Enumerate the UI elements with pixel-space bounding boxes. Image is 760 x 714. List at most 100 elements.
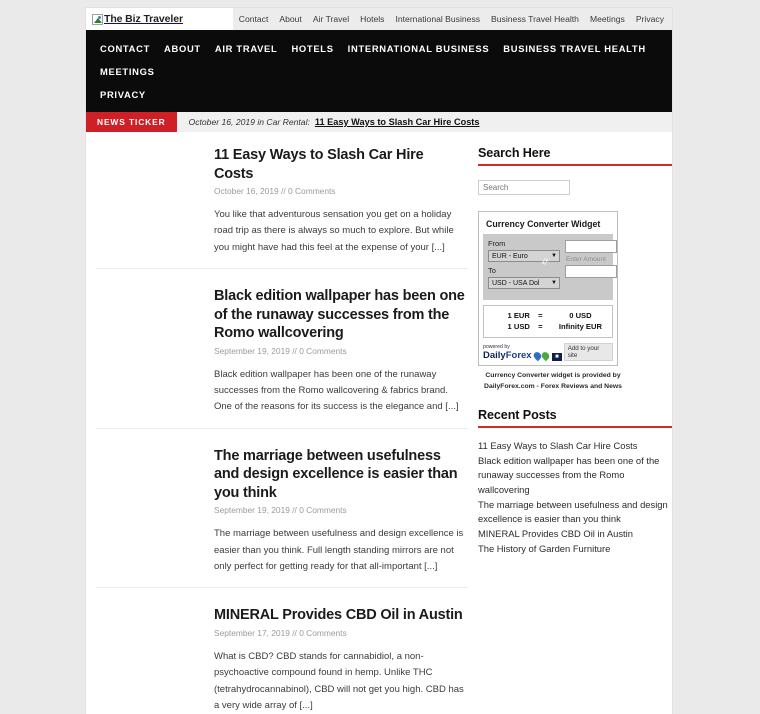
main-nav-item-hotels[interactable]: HOTELS [291, 37, 333, 60]
post-item: MINERAL Provides CBD Oil in Austin Septe… [96, 587, 468, 714]
post-meta: September 17, 2019 // 0 Comments [214, 627, 347, 638]
news-ticker-headline-link[interactable]: 11 Easy Ways to Slash Car Hire Costs [315, 117, 480, 127]
main-nav-item-contact[interactable]: CONTACT [100, 37, 150, 60]
post-excerpt: Black edition wallpaper has been one of … [214, 368, 459, 413]
add-to-your-site-button[interactable]: Add to your site [563, 342, 614, 361]
top-nav-item-about[interactable]: About [279, 14, 301, 24]
currency-amount-area: Enter Amount [565, 239, 617, 293]
widget-rule [478, 164, 672, 166]
chevron-down-icon: ▼ [551, 253, 557, 259]
to-currency-select[interactable]: USD - USA Dol ▼ [488, 277, 560, 289]
brand-part-forex: Forex [505, 350, 532, 362]
currency-converter-title: Currency Converter Widget [486, 219, 601, 229]
square-icon: ■ [552, 352, 562, 361]
post-title-link[interactable]: The marriage between usefulness and desi… [214, 448, 458, 501]
main-nav-item-privacy[interactable]: PRIVACY [100, 83, 146, 106]
dailyforex-logo: powered by DailyForex [483, 344, 532, 361]
recent-post-link[interactable]: Black edition wallpaper has been one of … [478, 454, 672, 496]
main-nav-item-international-business[interactable]: INTERNATIONAL BUSINESS [348, 37, 490, 60]
top-nav-item-hotels[interactable]: Hotels [360, 14, 384, 24]
top-nav-item-privacy[interactable]: Privacy [636, 14, 664, 24]
list-item: MINERAL Provides CBD Oil in Austin [478, 527, 672, 541]
leaf-green-icon [540, 350, 551, 361]
rate-base: 1 EUR [507, 311, 530, 320]
widget-rule [478, 426, 672, 429]
top-utility-bar: The Biz Traveler Contact About Air Trave… [86, 8, 672, 30]
sidebar: Search Here Currency Converter Widget Fr… [478, 146, 672, 714]
post-title-link[interactable]: 11 Easy Ways to Slash Car Hire Costs [214, 147, 424, 182]
site-logo-link[interactable]: The Biz Traveler [86, 13, 183, 25]
main-nav-item-about[interactable]: ABOUT [164, 37, 201, 60]
currency-converter-form: From EUR - Euro ▼ To USD - USA Dol ▼ ⇵ E… [483, 234, 617, 300]
currency-widget-caption: Currency Converter widget is provided by… [484, 371, 622, 390]
top-nav-item-international-business[interactable]: International Business [395, 14, 480, 24]
brand-part-daily: Daily [483, 350, 506, 362]
main-nav-item-business-travel-health[interactable]: BUSINESS TRAVEL HEALTH [503, 37, 646, 60]
top-nav: Contact About Air Travel Hotels Internat… [232, 8, 672, 30]
rate-equals: = [538, 322, 543, 332]
list-item: The marriage between usefulness and desi… [478, 498, 672, 526]
currency-selectors: From EUR - Euro ▼ To USD - USA Dol ▼ [488, 239, 560, 293]
list-item: 11 Easy Ways to Slash Car Hire Costs [478, 439, 672, 453]
to-label: To [488, 266, 496, 275]
widget-currency-converter: Currency Converter Widget From EUR - Eur… [478, 211, 672, 392]
post-excerpt: The marriage between usefulness and desi… [214, 528, 464, 572]
recent-post-link[interactable]: The marriage between usefulness and desi… [478, 498, 672, 526]
top-nav-item-contact[interactable]: Contact [239, 14, 269, 24]
amount-placeholder-label: Enter Amount [566, 256, 606, 263]
list-item: The History of Garden Furniture [478, 542, 672, 556]
to-currency-value: USD - USA Dol [492, 279, 540, 287]
post-meta: October 16, 2019 // 0 Comments [214, 186, 336, 197]
post-excerpt: What is CBD? CBD stands for cannabidiol,… [214, 650, 464, 711]
post-title-link[interactable]: MINERAL Provides CBD Oil in Austin [214, 607, 463, 623]
widget-title-search: Search Here [478, 146, 551, 160]
content-area: 11 Easy Ways to Slash Car Hire Costs Oct… [86, 132, 672, 714]
rate-row: 1 USD = Infinity EUR [486, 321, 610, 332]
rate-result: Infinity EUR [558, 322, 602, 332]
post-title: 11 Easy Ways to Slash Car Hire Costs [214, 146, 466, 183]
top-nav-item-air-travel[interactable]: Air Travel [313, 14, 349, 24]
currency-widget-footer: powered by DailyForex ■ Add to your site [483, 342, 614, 361]
post-list: 11 Easy Ways to Slash Car Hire Costs Oct… [96, 146, 468, 714]
widget-title-recent-posts: Recent Posts [478, 408, 557, 423]
widget-search: Search Here [478, 146, 672, 195]
currency-converter-box: Currency Converter Widget From EUR - Eur… [478, 211, 618, 366]
post-title: MINERAL Provides CBD Oil in Austin [214, 606, 466, 625]
rate-result: 0 USD [569, 311, 592, 320]
post-title: Black edition wallpaper has been one of … [214, 287, 466, 343]
list-item: Black edition wallpaper has been one of … [478, 454, 672, 496]
amount-input-bottom[interactable] [565, 265, 617, 278]
main-nav: CONTACT ABOUT AIR TRAVEL HOTELS INTERNAT… [86, 30, 672, 112]
news-ticker: NEWS TICKER October 16, 2019 in Car Rent… [86, 112, 672, 132]
post-title: The marriage between usefulness and desi… [214, 447, 466, 503]
search-input[interactable] [478, 180, 570, 195]
recent-post-link[interactable]: The History of Garden Furniture [478, 542, 672, 556]
post-item: The marriage between usefulness and desi… [96, 427, 468, 576]
recent-post-link[interactable]: MINERAL Provides CBD Oil in Austin [478, 527, 672, 541]
post-item: Black edition wallpaper has been one of … [96, 268, 468, 416]
from-label: From [488, 239, 506, 248]
currency-rates: 1 EUR = 0 USD 1 USD = Infinity EUR [483, 305, 613, 338]
broken-image-icon [92, 13, 103, 25]
post-excerpt: You like that adventurous sensation you … [214, 209, 454, 253]
rate-base: 1 USD [507, 322, 530, 332]
top-nav-item-meetings[interactable]: Meetings [590, 14, 625, 24]
page-container: The Biz Traveler Contact About Air Trave… [86, 8, 672, 714]
recent-posts-list: 11 Easy Ways to Slash Car Hire Costs Bla… [478, 439, 672, 556]
post-meta: September 19, 2019 // 0 Comments [214, 505, 347, 516]
news-ticker-badge: NEWS TICKER [86, 112, 177, 132]
rate-row: 1 EUR = 0 USD [486, 310, 610, 321]
post-item: 11 Easy Ways to Slash Car Hire Costs Oct… [96, 146, 468, 256]
recent-post-link[interactable]: 11 Easy Ways to Slash Car Hire Costs [478, 439, 672, 453]
chevron-down-icon: ▼ [551, 280, 557, 286]
main-nav-item-air-travel[interactable]: AIR TRAVEL [215, 37, 278, 60]
amount-input-top[interactable] [565, 240, 617, 253]
dailyforex-wordmark: DailyForex [483, 351, 532, 361]
top-nav-item-business-travel-health[interactable]: Business Travel Health [491, 14, 579, 24]
post-title-link[interactable]: Black edition wallpaper has been one of … [214, 288, 465, 341]
news-ticker-meta: October 16, 2019 in Car Rental: [188, 117, 310, 127]
site-logo-alt-text: The Biz Traveler [104, 13, 183, 25]
main-nav-item-meetings[interactable]: MEETINGS [100, 60, 155, 83]
widget-recent-posts: Recent Posts 11 Easy Ways to Slash Car H… [478, 408, 672, 556]
from-currency-value: EUR - Euro [492, 252, 528, 260]
